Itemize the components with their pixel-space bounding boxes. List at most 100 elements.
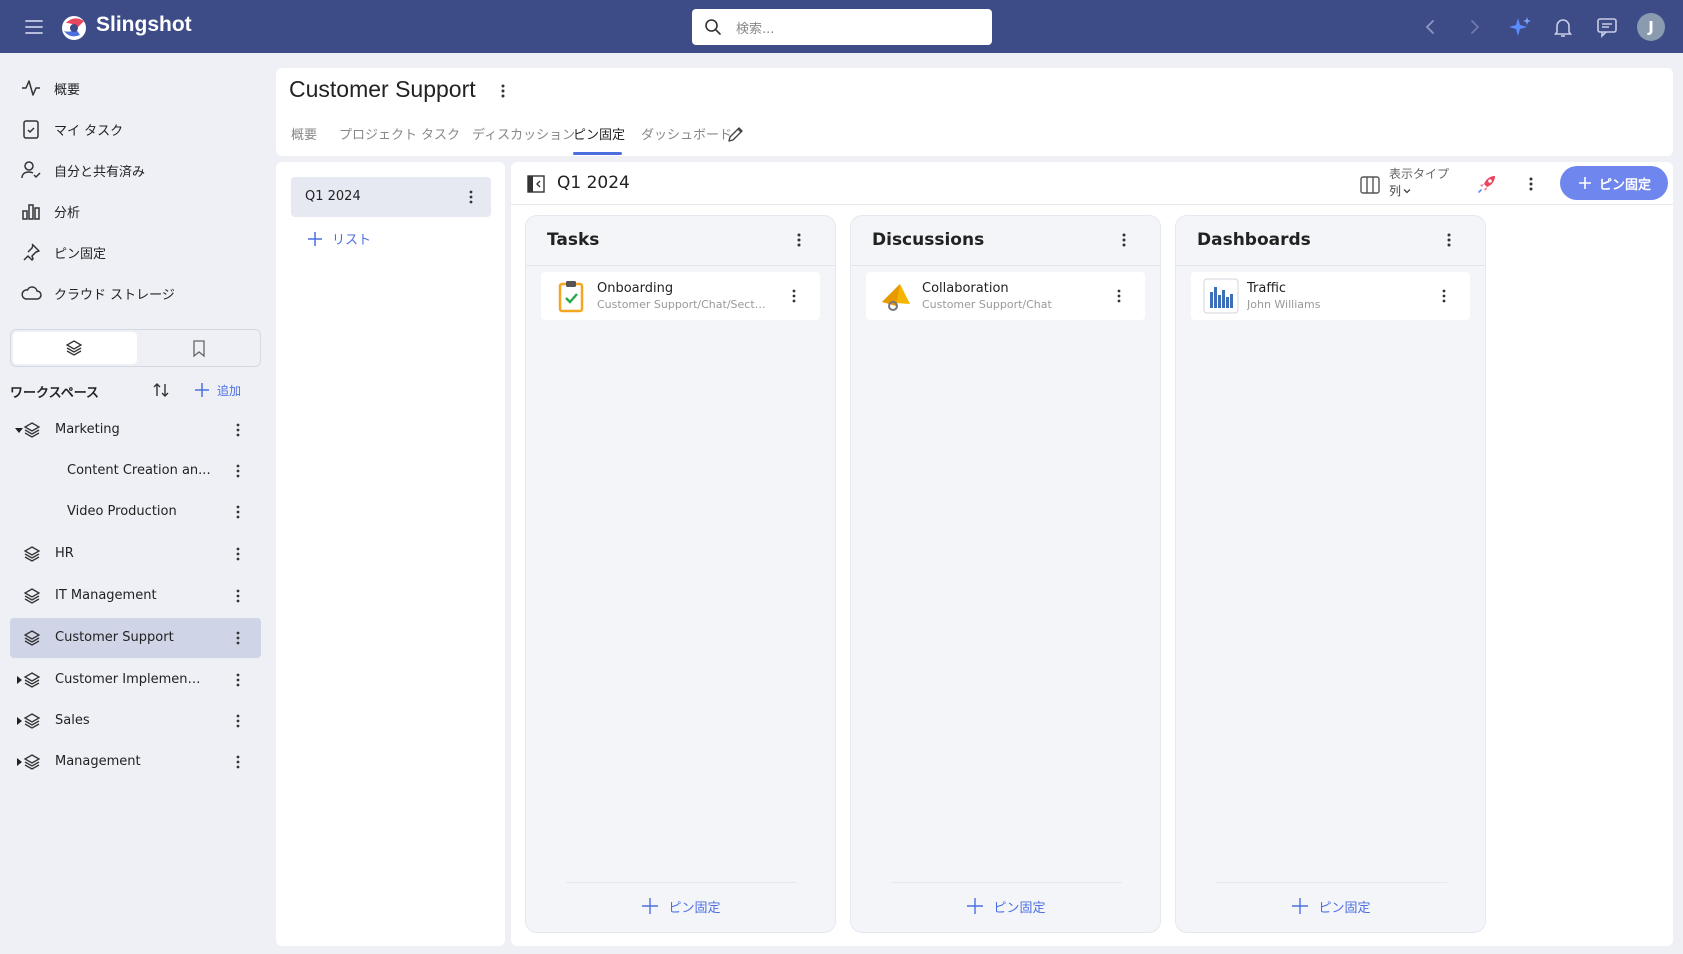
layers-icon <box>22 544 42 564</box>
divider <box>566 882 797 883</box>
bell-icon[interactable] <box>1551 15 1575 39</box>
board-header: Q1 2024 表示タイプ 列 ピン固定 <box>511 162 1673 205</box>
add-pin-label: ピン固定 <box>1318 900 1371 916</box>
sort-icon[interactable] <box>151 380 171 400</box>
collapse-panel-icon[interactable] <box>526 174 546 194</box>
layers-icon <box>22 420 42 440</box>
card-subtitle: Customer Support/Chat <box>922 298 1052 311</box>
card-subtitle: Customer Support/Chat/Secti... <box>597 298 767 311</box>
plus-icon <box>642 898 659 914</box>
workspace-video-production[interactable]: Video Production <box>10 492 261 532</box>
workspace-customer-support[interactable]: Customer Support <box>10 618 261 658</box>
chevron-left-icon[interactable] <box>1418 15 1442 39</box>
add-list-button[interactable]: リスト <box>306 229 371 248</box>
divider <box>1176 265 1485 266</box>
chevron-right-icon[interactable] <box>1463 15 1487 39</box>
chevron-down-icon <box>1403 188 1411 193</box>
layers-icon <box>22 752 42 772</box>
tab-projects[interactable]: プロジェクト <box>339 124 417 143</box>
add-workspace-button[interactable]: 追加 <box>193 381 241 399</box>
workspace-label: Customer Support <box>55 630 174 645</box>
card-title: Traffic <box>1247 281 1287 296</box>
nav-item-pinned[interactable]: ピン固定 <box>20 237 106 267</box>
pencil-icon[interactable] <box>726 124 746 144</box>
nav-item-label: 自分と共有済み <box>54 164 146 180</box>
app-name: Slingshot <box>96 13 192 36</box>
more-options-icon[interactable] <box>1435 287 1453 305</box>
more-options-icon[interactable] <box>229 545 247 563</box>
more-options-icon[interactable] <box>1522 174 1540 194</box>
slingshot-logo[interactable] <box>58 11 90 43</box>
more-options-icon[interactable] <box>229 629 247 647</box>
pin-icon <box>20 241 42 263</box>
more-options-icon[interactable] <box>229 462 247 480</box>
more-options-icon[interactable] <box>229 503 247 521</box>
more-options-icon[interactable] <box>494 81 512 101</box>
workspace-customer-implementation[interactable]: Customer Implementa... <box>10 660 261 700</box>
nav-item-my-tasks[interactable]: マイ タスク <box>20 114 123 144</box>
layers-icon <box>22 711 42 731</box>
board-panel: Q1 2024 表示タイプ 列 ピン固定 Tasks Onboarding Cu… <box>511 162 1673 946</box>
tab-tasks[interactable]: タスク <box>421 124 460 143</box>
more-options-icon[interactable] <box>1115 230 1133 250</box>
workspace-sales[interactable]: Sales <box>10 701 261 741</box>
nav-item-cloud-storage[interactable]: クラウド ストレージ <box>20 278 175 308</box>
columns-icon[interactable] <box>1359 174 1381 196</box>
tab-overview[interactable]: 概要 <box>291 124 317 143</box>
layers-icon <box>22 628 42 648</box>
workspace-it-management[interactable]: IT Management <box>10 576 261 616</box>
more-options-icon[interactable] <box>229 421 247 439</box>
list-item-selected[interactable]: Q1 2024 <box>291 177 491 217</box>
search-input[interactable]: 検索... <box>692 9 992 45</box>
more-options-icon[interactable] <box>229 712 247 730</box>
add-pin-button[interactable]: ピン固定 <box>851 896 1160 916</box>
hamburger-icon[interactable] <box>22 15 46 39</box>
add-workspace-label: 追加 <box>217 383 242 398</box>
divider <box>891 882 1122 883</box>
bookmark-icon[interactable] <box>189 338 209 358</box>
workspace-marketing[interactable]: Marketing <box>10 410 261 450</box>
nav-item-shared-with-me[interactable]: 自分と共有済み <box>20 155 145 185</box>
rocket-icon[interactable] <box>1475 172 1499 196</box>
more-options-icon[interactable] <box>790 230 808 250</box>
pinned-card[interactable]: Onboarding Customer Support/Chat/Secti..… <box>541 272 820 320</box>
nav-item-label: ピン固定 <box>54 246 107 262</box>
pinned-card[interactable]: Traffic John Williams <box>1191 272 1470 320</box>
workspace-management[interactable]: Management <box>10 742 261 782</box>
sparkle-icon[interactable] <box>1507 15 1531 39</box>
view-type-select[interactable]: 列 <box>1389 182 1413 199</box>
more-options-icon[interactable] <box>229 753 247 771</box>
workspace-hr[interactable]: HR <box>10 534 261 574</box>
more-options-icon[interactable] <box>1440 230 1458 250</box>
user-check-icon <box>20 159 42 181</box>
add-pin-button[interactable]: ピン固定 <box>1176 896 1485 916</box>
more-options-icon[interactable] <box>785 287 803 305</box>
clipboard-check-icon <box>20 118 42 140</box>
tab-pinned[interactable]: ピン固定 <box>573 124 625 143</box>
tab-dashboards[interactable]: ダッシュボード <box>641 124 732 143</box>
avatar[interactable]: J <box>1637 13 1665 41</box>
sidebar: 概要 マイ タスク 自分と共有済み 分析 ピン固定 クラウド ストレージ ワーク… <box>0 53 272 954</box>
page-title: Customer Support <box>289 76 476 102</box>
more-options-icon[interactable] <box>229 587 247 605</box>
chat-icon[interactable] <box>1595 15 1619 39</box>
board-title: Q1 2024 <box>557 173 630 193</box>
more-options-icon[interactable] <box>462 188 480 206</box>
add-pin-button[interactable]: ピン固定 <box>526 896 835 916</box>
list-name: Q1 2024 <box>305 189 361 204</box>
tab-discussions[interactable]: ディスカッション <box>472 124 575 143</box>
nav-item-label: マイ タスク <box>54 123 124 139</box>
card-title: Onboarding <box>597 281 674 296</box>
pin-button[interactable]: ピン固定 <box>1560 166 1668 200</box>
nav-item-overview[interactable]: 概要 <box>20 73 80 103</box>
more-options-icon[interactable] <box>229 671 247 689</box>
workspace-label: Content Creation an... <box>67 463 211 478</box>
workspace-label: Video Production <box>67 504 177 519</box>
workspace-content-creation[interactable]: Content Creation an... <box>10 451 261 491</box>
pinned-card[interactable]: Collaboration Customer Support/Chat <box>866 272 1145 320</box>
nav-item-label: 分析 <box>54 205 81 221</box>
active-tab-indicator <box>573 152 622 155</box>
bar-chart-icon <box>20 200 42 222</box>
nav-item-analytics[interactable]: 分析 <box>20 196 80 226</box>
more-options-icon[interactable] <box>1110 287 1128 305</box>
